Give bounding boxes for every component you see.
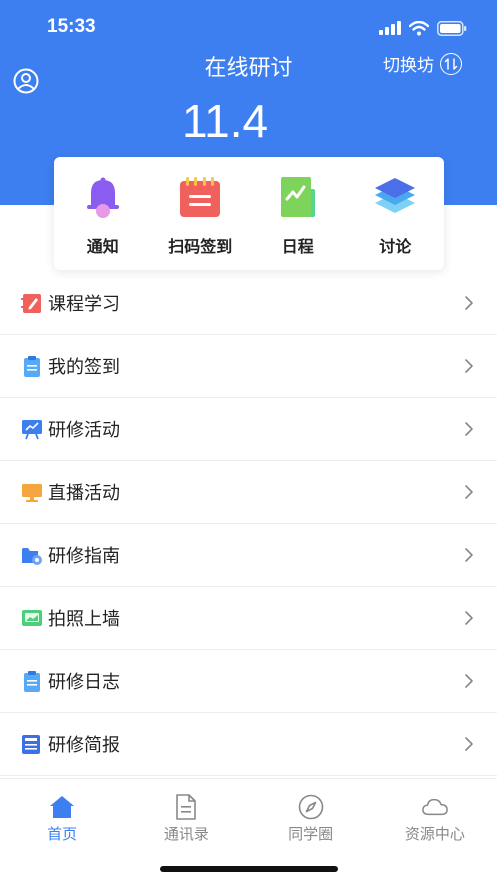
tab-label: 资源中心 (404, 825, 465, 843)
newspaper-icon (21, 733, 43, 755)
menu-item-course-study[interactable]: 课程学习 (0, 272, 497, 335)
menu-item-label: 拍照上墙 (48, 609, 120, 630)
menu-item-label: 研修活动 (48, 420, 120, 441)
menu-item-research-guide[interactable]: 研修指南 (0, 524, 497, 587)
tab-label: 通讯录 (163, 825, 209, 843)
status-icons (379, 18, 467, 38)
clipboard-icon (21, 670, 43, 692)
menu-item-research-log[interactable]: 研修日志 (0, 650, 497, 713)
chevron-right-icon (465, 737, 473, 751)
menu-item-label: 我的签到 (48, 357, 120, 378)
layers-icon (373, 175, 417, 219)
folder-gear-icon (21, 544, 43, 566)
status-bar: 15:33 (0, 0, 497, 56)
home-icon (49, 794, 75, 820)
menu-item-photo-wall[interactable]: 拍照上墙 (0, 587, 497, 650)
current-date: 11.4 (181, 95, 269, 147)
chevron-right-icon (465, 548, 473, 562)
menu-item-research-briefing[interactable]: 研修简报 (0, 713, 497, 776)
menu-list: 课程学习 我的签到 研修活动 直播活动 研修指南 拍照上墙 研修日志 研修简报 (0, 272, 497, 776)
quick-actions-card: 通知 扫码签到 日程 讨论 (54, 157, 444, 270)
chevron-right-icon (465, 611, 473, 625)
wifi-icon (409, 20, 429, 35)
battery-icon (437, 20, 467, 36)
tab-resource-center[interactable]: 资源中心 (373, 779, 497, 848)
quick-action-schedule[interactable]: 日程 (249, 157, 347, 270)
cloud-icon (422, 794, 448, 820)
chevron-right-icon (465, 422, 473, 436)
tab-home[interactable]: 首页 (0, 779, 124, 848)
menu-item-label: 研修简报 (48, 735, 120, 756)
quick-action-scan-checkin[interactable]: 扫码签到 (152, 157, 250, 270)
quick-action-notice[interactable]: 通知 (54, 157, 152, 270)
menu-item-my-checkin[interactable]: 我的签到 (0, 335, 497, 398)
menu-item-research-activities[interactable]: 研修活动 (0, 398, 497, 461)
status-time: 15:33 (47, 16, 96, 37)
document-icon (173, 794, 199, 820)
menu-item-label: 课程学习 (48, 294, 120, 315)
chevron-right-icon (465, 296, 473, 310)
tab-classmates[interactable]: 同学圈 (249, 779, 373, 848)
quick-action-discussion[interactable]: 讨论 (347, 157, 445, 270)
menu-item-label: 直播活动 (48, 483, 120, 504)
quick-action-label: 日程 (281, 237, 314, 256)
switch-workshop-button[interactable]: 切换坊 (383, 51, 462, 76)
bell-icon (81, 175, 125, 219)
signal-icon (379, 21, 401, 35)
tab-label: 同学圈 (288, 825, 334, 843)
menu-item-live-activities[interactable]: 直播活动 (0, 461, 497, 524)
tab-contacts[interactable]: 通讯录 (124, 779, 248, 848)
notebook-pencil-icon (21, 292, 43, 314)
quick-action-label: 讨论 (379, 237, 412, 256)
swap-icon (440, 52, 462, 75)
calendar-icon (178, 175, 222, 219)
quick-action-label: 通知 (86, 237, 119, 256)
monitor-icon (21, 481, 43, 503)
quick-action-label: 扫码签到 (168, 237, 233, 256)
presentation-board-icon (21, 418, 43, 440)
clipboard-icon (21, 355, 43, 377)
chart-card-icon (276, 175, 320, 219)
menu-item-label: 研修指南 (48, 546, 120, 567)
tab-label: 首页 (47, 825, 78, 843)
menu-item-label: 研修日志 (48, 672, 120, 693)
chevron-right-icon (465, 359, 473, 373)
photo-icon (21, 607, 43, 629)
chevron-right-icon (465, 674, 473, 688)
chevron-right-icon (465, 485, 473, 499)
bottom-tab-bar: 首页 通讯录 同学圈 资源中心 (0, 778, 497, 848)
home-indicator (160, 866, 338, 872)
switch-workshop-label: 切换坊 (383, 56, 434, 76)
compass-icon (298, 794, 324, 820)
